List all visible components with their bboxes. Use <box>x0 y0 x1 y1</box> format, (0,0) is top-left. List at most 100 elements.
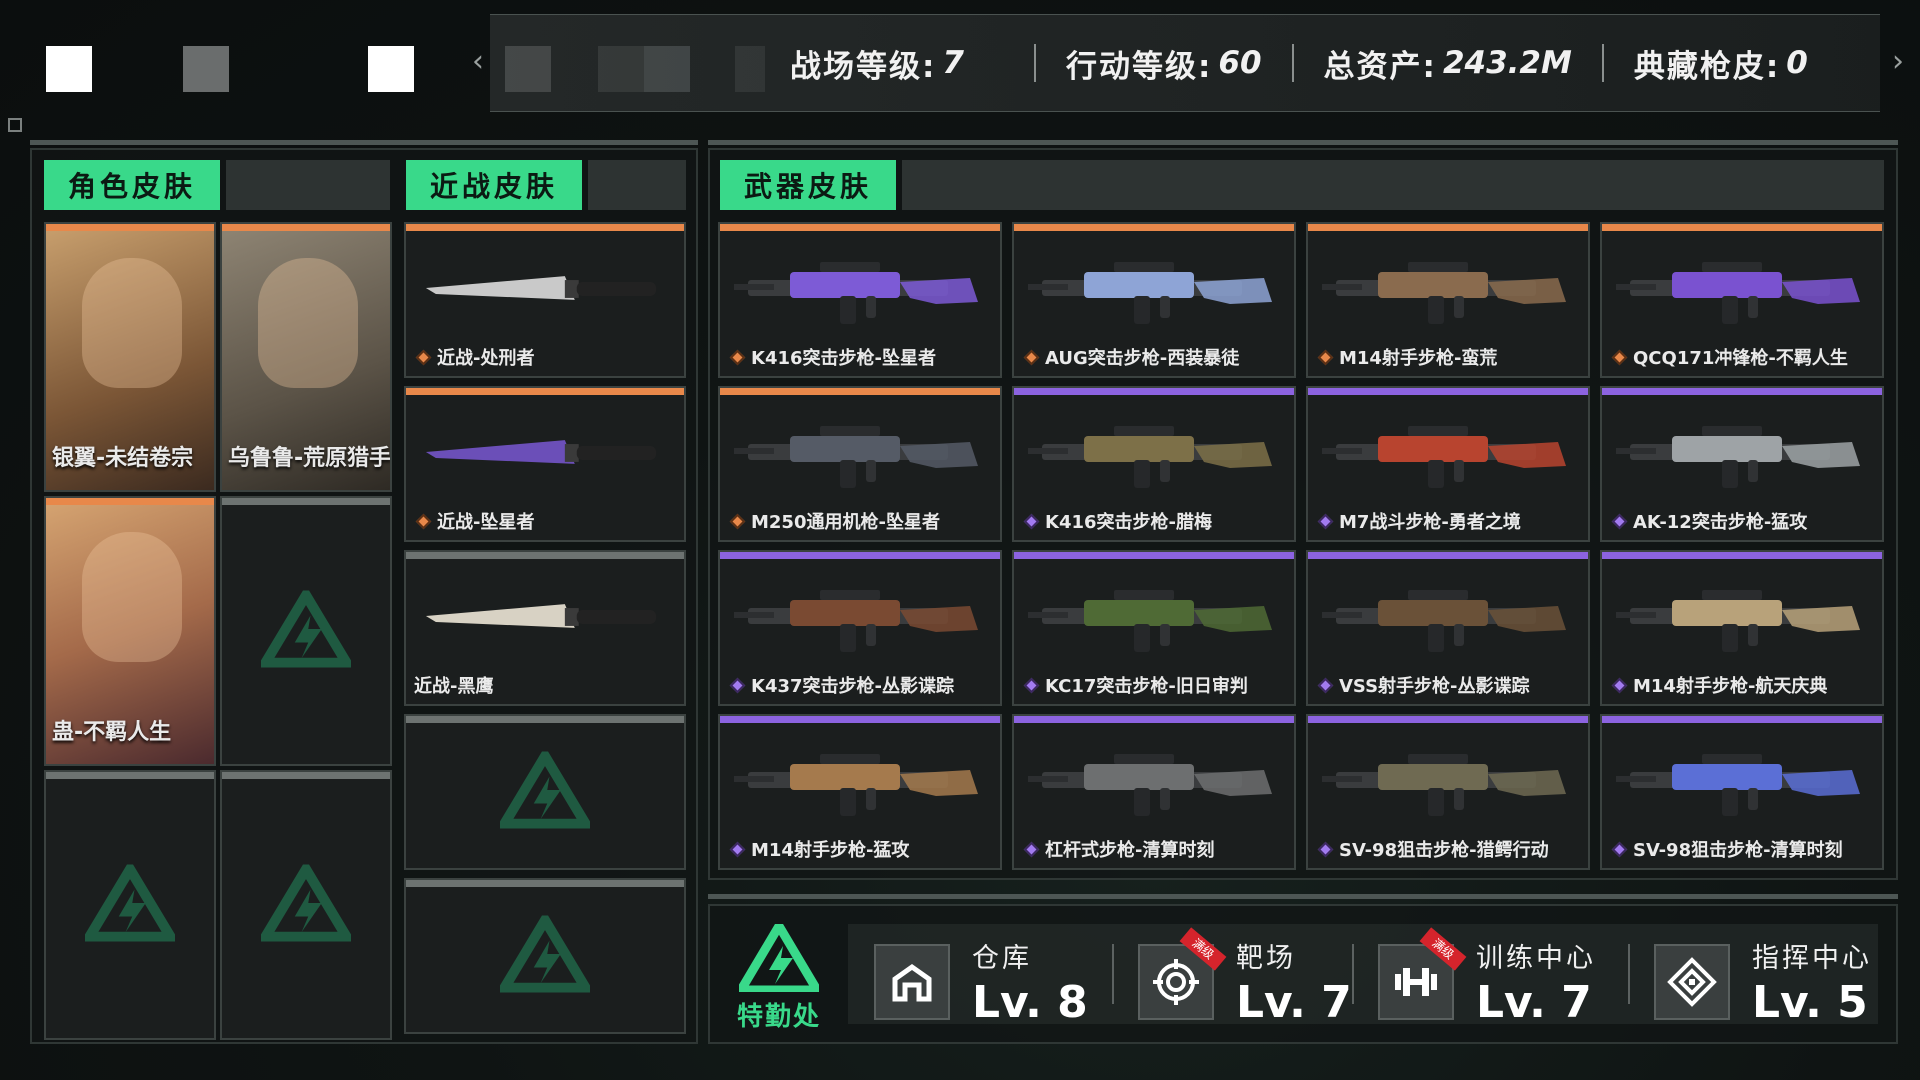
skin-name-label: 近战-黑鹰 <box>414 676 494 697</box>
rarity-diamond-icon <box>729 677 746 693</box>
melee-skin-card[interactable]: 近战-处刑者 <box>404 222 686 378</box>
skin-name-label: QCQ171冲锋枪-不羁人生 <box>1610 344 1848 370</box>
rarity-diamond-icon <box>1317 677 1334 693</box>
weapon-skin-card[interactable]: KC17突击步枪-旧日审判 <box>1012 550 1296 706</box>
melee-skin-card[interactable]: 近战-黑鹰 <box>404 550 686 706</box>
rarity-stripe <box>1602 224 1882 231</box>
rarity-stripe <box>1602 388 1882 395</box>
rarity-diamond-icon <box>1023 677 1040 693</box>
weapon-skin-card[interactable]: M14射手步枪-猛攻 <box>718 714 1002 870</box>
weapon-image <box>1024 406 1284 498</box>
facility-shooting-range[interactable]: 满级 靶场 Lv. 7 <box>1138 927 1352 1028</box>
weapon-skin-card[interactable]: AUG突击步枪-西装暴徒 <box>1012 222 1296 378</box>
rarity-diamond-icon <box>415 513 432 529</box>
rarity-diamond-icon <box>1611 677 1628 693</box>
rarity-stripe <box>1308 716 1588 723</box>
weapon-skin-card[interactable]: M14射手步枪-航天庆典 <box>1600 550 1884 706</box>
rarity-stripe <box>720 224 1000 231</box>
chevron-right-icon[interactable]: › <box>1892 44 1904 79</box>
skin-name-label: 蛊-不羁人生 <box>52 720 172 745</box>
rarity-stripe <box>222 224 390 231</box>
rarity-diamond-icon <box>1317 513 1334 529</box>
weapon-skin-card[interactable]: K416突击步枪-腊梅 <box>1012 386 1296 542</box>
weapon-image <box>1612 570 1872 662</box>
weapon-skin-header: 武器皮肤 <box>720 160 1884 210</box>
melee-skin-tab[interactable]: 近战皮肤 <box>406 160 583 210</box>
weapon-skin-card[interactable]: SV-98狙击步枪-猎鳄行动 <box>1306 714 1590 870</box>
weapon-image <box>1612 734 1872 826</box>
rarity-stripe <box>406 224 684 231</box>
triangle-logo-icon <box>256 585 356 672</box>
character-portrait <box>82 532 182 662</box>
special-dept-logo[interactable]: 特勤处 <box>732 917 826 1034</box>
facility-training-center[interactable]: 满级 训练中心 Lv. 7 <box>1378 927 1596 1028</box>
facility-warehouse[interactable]: 仓库 Lv. 8 <box>874 936 1088 1028</box>
weapon-skin-card[interactable]: 杠杆式步枪-清算时刻 <box>1012 714 1296 870</box>
weapon-image <box>1318 734 1578 826</box>
weapon-image <box>730 570 990 662</box>
weapon-skin-card[interactable]: SV-98狙击步枪-清算时刻 <box>1600 714 1884 870</box>
empty-skin-slot[interactable] <box>404 878 686 1034</box>
character-skin-card[interactable]: 蛊-不羁人生 <box>44 496 216 766</box>
profile-slot-1 <box>46 46 92 92</box>
chevron-left-icon[interactable]: ‹ <box>472 44 484 79</box>
triangle-logo-icon <box>733 917 825 995</box>
empty-skin-slot[interactable] <box>220 496 392 766</box>
triangle-logo-icon <box>256 859 356 946</box>
weapon-skin-card[interactable]: K437突击步枪-丛影谍踪 <box>718 550 1002 706</box>
weapon-image <box>1318 406 1578 498</box>
skin-name-label: 近战-坠星者 <box>414 508 534 534</box>
character-skin-card[interactable]: 银翼-未结卷宗 <box>44 222 216 492</box>
skin-name-label: M250通用机枪-坠星者 <box>728 508 940 534</box>
skin-name-label: K416突击步枪-腊梅 <box>1022 508 1212 534</box>
character-skin-tab[interactable]: 角色皮肤 <box>44 160 221 210</box>
triangle-logo-icon <box>80 859 180 946</box>
empty-skin-slot[interactable] <box>44 770 216 1040</box>
weapon-skin-card[interactable]: AK-12突击步枪-猛攻 <box>1600 386 1884 542</box>
player-stats-bar: 战场等级: 7 行动等级: 60 总资产: 243.2M 典藏枪皮: 0 <box>490 14 1880 112</box>
weapon-skin-card[interactable]: M14射手步枪-蛮荒 <box>1306 222 1590 378</box>
operation-level: 行动等级: 60 <box>1065 45 1262 85</box>
skin-name-label: K416突击步枪-坠星者 <box>728 344 936 370</box>
skin-name-label: 乌鲁鲁-荒原猎手 <box>228 446 392 471</box>
empty-skin-slot[interactable] <box>404 714 686 870</box>
character-portrait <box>258 258 358 388</box>
total-assets: 总资产: 243.2M <box>1323 45 1572 85</box>
skin-name-label: KC17突击步枪-旧日审判 <box>1022 672 1248 698</box>
skin-name-label: M14射手步枪-航天庆典 <box>1610 672 1827 698</box>
knife-image <box>416 242 674 334</box>
weapon-skin-card[interactable]: M7战斗步枪-勇者之境 <box>1306 386 1590 542</box>
warehouse-icon <box>874 944 950 1020</box>
weapon-image <box>730 406 990 498</box>
rarity-diamond-icon <box>1611 841 1628 857</box>
weapon-skin-card[interactable]: QCQ171冲锋枪-不羁人生 <box>1600 222 1884 378</box>
rarity-stripe <box>222 498 390 505</box>
weapon-image <box>1318 242 1578 334</box>
skin-name-label: 杠杆式步枪-清算时刻 <box>1022 836 1214 862</box>
rarity-stripe <box>406 552 684 559</box>
panel-top-line <box>30 140 698 145</box>
rarity-diamond-icon <box>1611 349 1628 365</box>
rarity-diamond-icon <box>729 349 746 365</box>
collection-skins: 典藏枪皮: 0 <box>1633 45 1808 85</box>
weapon-image <box>1318 570 1578 662</box>
weapon-skin-tab[interactable]: 武器皮肤 <box>720 160 897 210</box>
empty-skin-slot[interactable] <box>220 770 392 1040</box>
rarity-stripe <box>1014 716 1294 723</box>
skin-name-label: M14射手步枪-蛮荒 <box>1316 344 1497 370</box>
rarity-diamond-icon <box>729 841 746 857</box>
weapon-skin-card[interactable]: K416突击步枪-坠星者 <box>718 222 1002 378</box>
melee-skin-header: 近战皮肤 <box>406 160 686 210</box>
facility-divider <box>1352 944 1354 1004</box>
top-bar: ‹ 战场等级: 7 行动等级: 60 总资产: 243.2M 典藏枪皮: 0 › <box>0 0 1920 132</box>
skin-name-label: AK-12突击步枪-猛攻 <box>1610 508 1807 534</box>
skin-name-label: M14射手步枪-猛攻 <box>728 836 909 862</box>
weapon-skin-card[interactable]: M250通用机枪-坠星者 <box>718 386 1002 542</box>
rarity-stripe <box>1308 388 1588 395</box>
melee-skin-card[interactable]: 近战-坠星者 <box>404 386 686 542</box>
corner-marker <box>8 118 22 132</box>
skin-name-label: K437突击步枪-丛影谍踪 <box>728 672 954 698</box>
facility-command-center[interactable]: 指挥中心 Lv. 5 <box>1654 936 1872 1028</box>
weapon-skin-card[interactable]: VSS射手步枪-丛影谍踪 <box>1306 550 1590 706</box>
character-skin-card[interactable]: 乌鲁鲁-荒原猎手 <box>220 222 392 492</box>
